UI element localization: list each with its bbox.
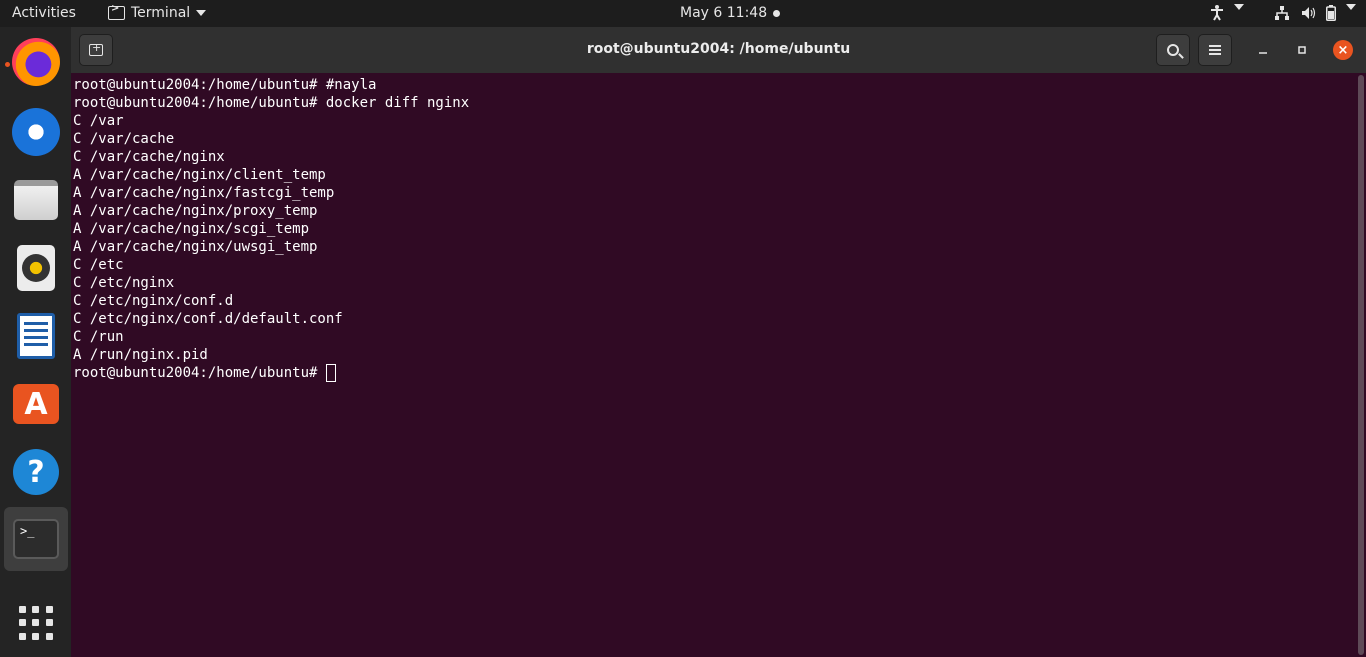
- chevron-down-icon[interactable]: [1234, 4, 1244, 22]
- app-menu[interactable]: Terminal: [108, 3, 207, 21]
- show-applications-icon: [19, 606, 53, 640]
- terminal-line: C /etc/nginx/conf.d: [73, 293, 234, 309]
- accessibility-icon[interactable]: [1210, 4, 1224, 22]
- dock-firefox[interactable]: [4, 30, 68, 94]
- close-button[interactable]: ×: [1333, 40, 1353, 60]
- terminal-line: A /var/cache/nginx/proxy_temp: [73, 203, 318, 219]
- dock-files[interactable]: [4, 168, 68, 232]
- terminal-line: A /var/cache/nginx/fastcgi_temp: [73, 185, 335, 201]
- menu-button[interactable]: [1198, 34, 1232, 66]
- chevron-down-icon: [196, 10, 207, 16]
- dock: A ? >_: [0, 27, 71, 657]
- activities-button[interactable]: Activities: [12, 5, 76, 21]
- terminal-prompt-line[interactable]: root@ubuntu2004:/home/ubuntu#: [73, 364, 1356, 382]
- dock-terminal[interactable]: >_: [4, 507, 68, 571]
- minimize-icon: [1259, 52, 1267, 54]
- search-button[interactable]: [1156, 34, 1190, 66]
- top-bar: Activities Terminal May 6 11:48: [0, 0, 1366, 27]
- network-icon: [1274, 4, 1290, 22]
- terminal-line: C /run: [73, 329, 124, 345]
- ubuntu-software-icon: A: [13, 384, 59, 424]
- terminal-line: A /run/nginx.pid: [73, 347, 208, 363]
- rhythmbox-icon: [17, 245, 55, 291]
- thunderbird-icon: [12, 108, 60, 156]
- terminal-line: C /var/cache/nginx: [73, 149, 225, 165]
- terminal-app-icon: [108, 3, 125, 20]
- terminal-scrollbar[interactable]: [1356, 73, 1366, 657]
- clock[interactable]: May 6 11:48: [680, 5, 767, 21]
- app-menu-label: Terminal: [131, 5, 191, 21]
- show-applications-button[interactable]: [4, 591, 68, 655]
- close-icon: ×: [1333, 40, 1353, 60]
- dock-rhythmbox[interactable]: [4, 236, 68, 300]
- terminal-prompt: root@ubuntu2004:/home/ubuntu#: [73, 365, 326, 381]
- chevron-down-icon[interactable]: [1346, 4, 1356, 22]
- hamburger-menu-icon: [1209, 49, 1221, 51]
- dock-thunderbird[interactable]: [4, 100, 68, 164]
- battery-icon: [1326, 4, 1336, 22]
- dock-libreoffice-writer[interactable]: [4, 304, 68, 368]
- notification-dot-icon: [773, 10, 780, 17]
- libreoffice-writer-icon: [17, 313, 55, 359]
- search-icon: [1167, 44, 1179, 56]
- terminal-line: root@ubuntu2004:/home/ubuntu# docker dif…: [73, 95, 470, 111]
- volume-icon: [1300, 4, 1316, 22]
- terminal-icon: >_: [13, 519, 59, 559]
- terminal-line: A /var/cache/nginx/scgi_temp: [73, 221, 310, 237]
- files-icon: [14, 180, 58, 220]
- minimize-button[interactable]: [1253, 40, 1273, 60]
- terminal-line: C /etc/nginx/conf.d/default.conf: [73, 311, 343, 327]
- terminal-line: root@ubuntu2004:/home/ubuntu# #nayla: [73, 77, 377, 93]
- terminal-line: C /etc: [73, 257, 124, 273]
- scrollbar-thumb[interactable]: [1358, 75, 1364, 655]
- window-headerbar: root@ubuntu2004: /home/ubuntu ×: [71, 27, 1366, 73]
- restore-icon: [1298, 46, 1306, 54]
- firefox-icon: [12, 38, 60, 86]
- terminal-line: C /etc/nginx: [73, 275, 175, 291]
- terminal-output[interactable]: root@ubuntu2004:/home/ubuntu# #nayla roo…: [71, 73, 1356, 657]
- system-tray[interactable]: [1210, 4, 1356, 22]
- dock-help[interactable]: ?: [4, 440, 68, 504]
- terminal-line: A /var/cache/nginx/uwsgi_temp: [73, 239, 318, 255]
- maximize-button[interactable]: [1292, 40, 1312, 60]
- dock-ubuntu-software[interactable]: A: [4, 372, 68, 436]
- terminal-cursor: [325, 364, 336, 382]
- terminal-line: A /var/cache/nginx/client_temp: [73, 167, 326, 183]
- help-icon: ?: [13, 449, 59, 495]
- terminal-line: C /var: [73, 113, 124, 129]
- terminal-line: C /var/cache: [73, 131, 175, 147]
